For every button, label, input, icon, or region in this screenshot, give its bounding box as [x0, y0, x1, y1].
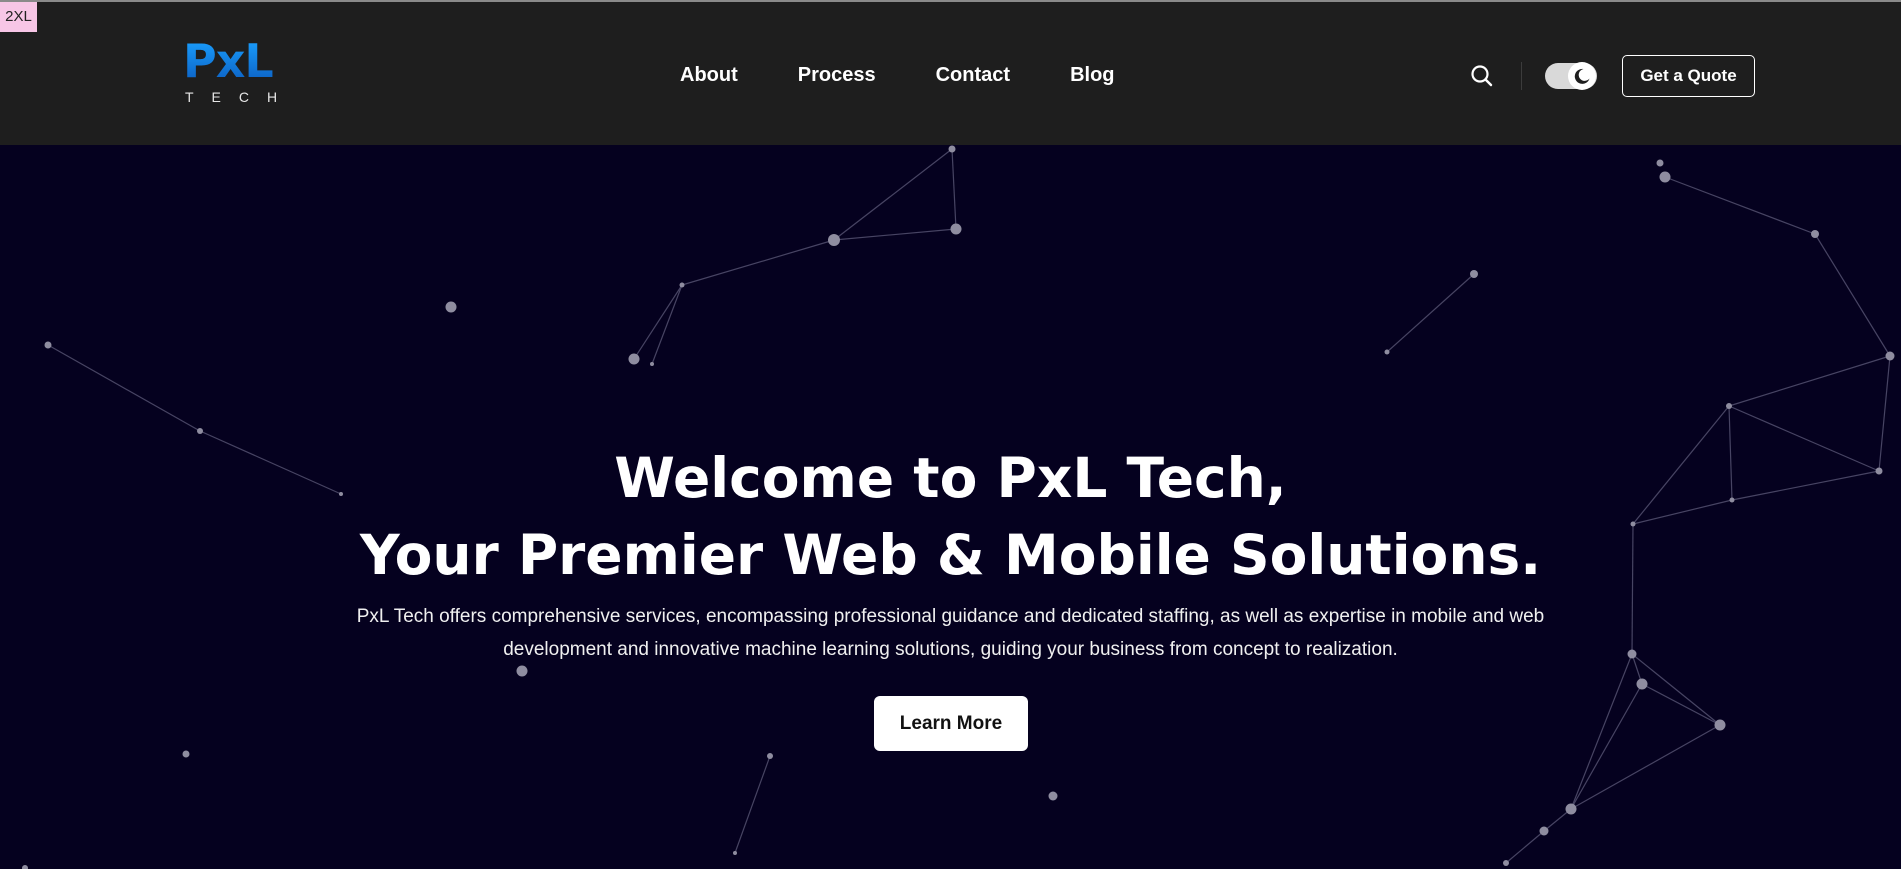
header-divider — [1521, 62, 1522, 90]
hero-title-line-2: Your Premier Web & Mobile Solutions. — [359, 523, 1542, 587]
logo-mark: PxL — [183, 38, 299, 84]
theme-toggle-knob — [1568, 62, 1596, 90]
site-header: PxL TECH About Process Contact Blog Get … — [0, 2, 1901, 145]
top-border — [0, 0, 1901, 2]
hero-title-line-1: Welcome to PxL Tech, — [614, 446, 1287, 510]
logo[interactable]: PxL TECH — [183, 38, 299, 104]
nav-item-process[interactable]: Process — [798, 60, 876, 90]
nav-item-contact[interactable]: Contact — [936, 60, 1010, 90]
search-button[interactable] — [1468, 62, 1496, 90]
hero-title: Welcome to PxL Tech, Your Premier Web & … — [0, 440, 1901, 594]
breakpoint-badge: 2XL — [0, 2, 37, 32]
learn-more-button[interactable]: Learn More — [874, 696, 1028, 751]
hero-section: Welcome to PxL Tech, Your Premier Web & … — [0, 145, 1901, 869]
main-nav: About Process Contact Blog — [680, 60, 1115, 90]
hero-description: PxL Tech offers comprehensive services, … — [356, 606, 1545, 660]
logo-subtitle: TECH — [185, 89, 296, 105]
nav-item-about[interactable]: About — [680, 60, 738, 90]
get-quote-button[interactable]: Get a Quote — [1622, 55, 1755, 97]
theme-toggle[interactable] — [1545, 62, 1597, 90]
moon-icon — [1574, 68, 1590, 84]
search-icon — [1471, 65, 1493, 87]
page: PxL TECH About Process Contact Blog Get … — [0, 0, 1901, 869]
nav-item-blog[interactable]: Blog — [1070, 60, 1114, 90]
